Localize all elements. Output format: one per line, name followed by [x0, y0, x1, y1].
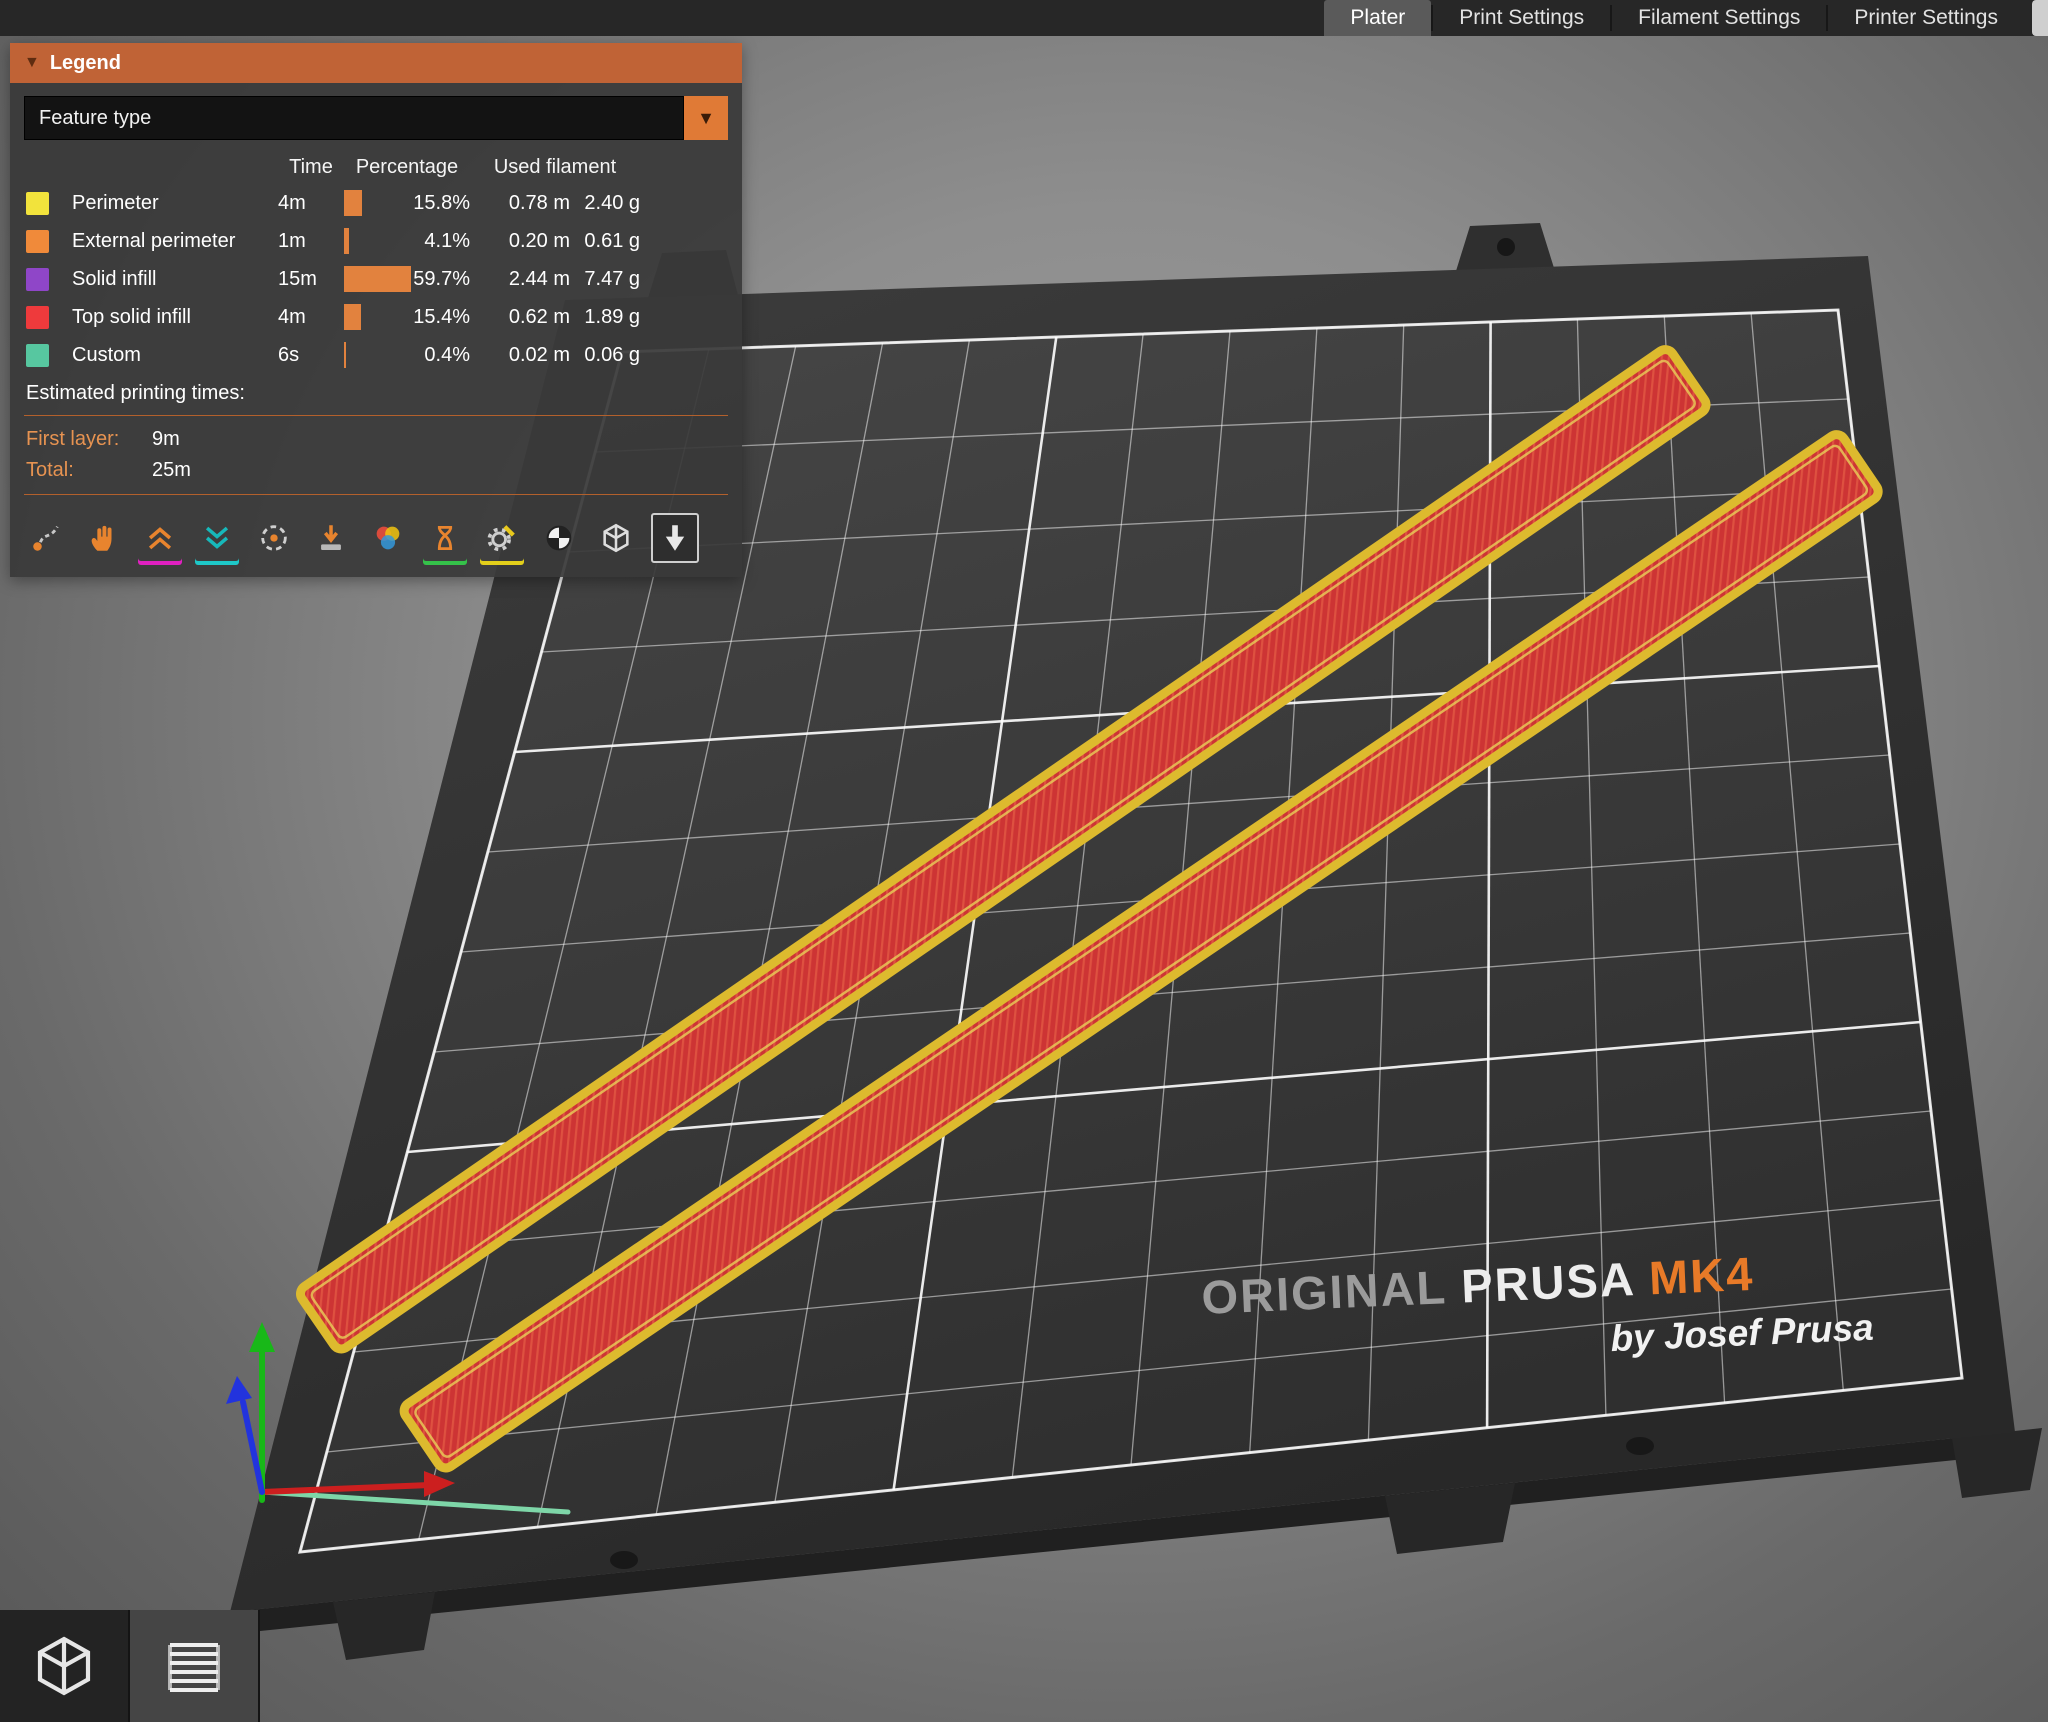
cube-3d-icon [37, 1636, 91, 1696]
col-time: Time [289, 155, 333, 178]
percentage-cell: 4.1% [344, 222, 470, 260]
percentage-cell: 0.4% [344, 336, 470, 374]
deretractions-icon[interactable] [195, 515, 239, 561]
top-bar: Plater Print Settings Filament Settings … [0, 0, 2048, 36]
percentage-cell: 15.4% [344, 298, 470, 336]
legend-title: Legend [49, 51, 121, 74]
filament-length: 0.62 m [508, 305, 570, 328]
percentage-bar [344, 266, 411, 292]
total-label: Total: [26, 459, 74, 481]
feature-color-swatch [26, 343, 49, 367]
filament-weight: 7.47 g [584, 267, 640, 290]
legend-header[interactable]: ▼ Legend [10, 43, 742, 83]
view-type-value[interactable]: Feature type [24, 96, 684, 140]
legend-toolbar [10, 503, 742, 577]
bed-screw-hole [610, 1551, 638, 1569]
legend-row-solid-infill: Solid infill 15m 59.7% 2.44 m 7.47 g [10, 260, 742, 298]
feature-time: 15m [278, 267, 317, 290]
separator [24, 494, 728, 495]
view-type-select[interactable]: Feature type ▼ [24, 96, 728, 140]
bed-screw-hole [1626, 1437, 1654, 1455]
legend-row-external-perimeter: External perimeter 1m 4.1% 0.20 m 0.61 g [10, 222, 742, 260]
legend-collapse-icon[interactable]: ▼ [24, 54, 40, 72]
feature-time: 4m [278, 191, 306, 214]
percentage-cell: 59.7% [344, 260, 470, 298]
bed-mount-hole [1497, 238, 1515, 256]
feature-label: Custom [72, 343, 141, 366]
app-window: Plater Print Settings Filament Settings … [0, 0, 2048, 1722]
legend-column-headers: Time Percentage Used filament [10, 150, 742, 184]
feature-label: External perimeter [72, 229, 236, 252]
color-changes-icon[interactable] [366, 515, 410, 561]
col-percentage: Percentage [355, 155, 459, 178]
filament-length: 0.20 m [508, 229, 570, 252]
brand-mk4: MK4 [1648, 1247, 1755, 1305]
filament-weight: 1.89 g [584, 305, 640, 328]
tab-plater[interactable]: Plater [1324, 0, 1432, 36]
legend-panel: ▼ Legend Feature type ▼ Time Percentage … [10, 43, 742, 577]
percentage-bar [344, 190, 362, 216]
tab-printer-settings[interactable]: Printer Settings [1828, 0, 2024, 36]
legend-row-custom: Custom 6s 0.4% 0.02 m 0.06 g [10, 336, 742, 374]
feature-color-swatch [26, 229, 49, 253]
shells-icon[interactable] [594, 515, 638, 561]
settings-tabs: Plater Print Settings Filament Settings … [1324, 0, 2048, 36]
retractions-icon[interactable] [138, 515, 182, 561]
feature-time: 4m [278, 305, 306, 328]
seams-icon[interactable] [252, 515, 296, 561]
feature-color-swatch [26, 305, 49, 329]
filament-weight: 0.06 g [584, 343, 640, 366]
3d-view-button[interactable] [0, 1610, 130, 1722]
legend-row-top-solid-infill: Top solid infill 4m 15.4% 0.62 m 1.89 g [10, 298, 742, 336]
filament-weight: 2.40 g [584, 191, 640, 214]
total-value: 25m [152, 459, 191, 481]
layers-view-button[interactable] [130, 1610, 260, 1722]
percentage-bar [344, 228, 349, 254]
window-corner-handle [2032, 0, 2048, 36]
custom-gcodes-icon[interactable] [480, 515, 524, 561]
first-layer-value: 9m [152, 428, 180, 450]
wipe-icon[interactable] [81, 515, 125, 561]
first-layer-label: First layer: [26, 428, 120, 450]
tool-changes-icon[interactable] [309, 515, 353, 561]
feature-label: Solid infill [72, 267, 157, 290]
filament-length: 0.02 m [508, 343, 570, 366]
filament-length: 0.78 m [508, 191, 570, 214]
total-time: Total: 25m [10, 455, 742, 486]
feature-label: Perimeter [72, 191, 159, 214]
feature-color-swatch [26, 267, 49, 291]
travels-icon[interactable] [24, 515, 68, 561]
percentage-cell: 15.8% [344, 184, 470, 222]
brand-original: ORIGINAL [1200, 1260, 1447, 1324]
col-used-filament: Used filament [493, 155, 617, 178]
layers-stack-icon [168, 1643, 220, 1692]
pause-prints-icon[interactable] [423, 515, 467, 561]
first-layer-time: First layer: 9m [10, 424, 742, 455]
filament-weight: 0.61 g [584, 229, 640, 252]
filament-length: 2.44 m [508, 267, 570, 290]
percentage-bar [344, 342, 346, 368]
feature-time: 6s [278, 343, 300, 366]
center-of-gravity-icon[interactable] [537, 515, 581, 561]
feature-time: 1m [278, 229, 306, 252]
feature-color-swatch [26, 191, 49, 215]
view-mode-switch [0, 1610, 260, 1722]
separator [24, 415, 728, 416]
feature-label: Top solid infill [72, 305, 191, 328]
tab-filament-settings[interactable]: Filament Settings [1612, 0, 1826, 36]
legend-row-perimeter: Perimeter 4m 15.8% 0.78 m 2.40 g [10, 184, 742, 222]
tab-print-settings[interactable]: Print Settings [1433, 0, 1610, 36]
tool-marker-icon[interactable] [651, 513, 699, 563]
brand-prusa: PRUSA [1445, 1251, 1650, 1313]
estimated-times-title: Estimated printing times: [26, 382, 245, 404]
dropdown-arrow-icon[interactable]: ▼ [684, 96, 728, 140]
percentage-bar [344, 304, 362, 330]
